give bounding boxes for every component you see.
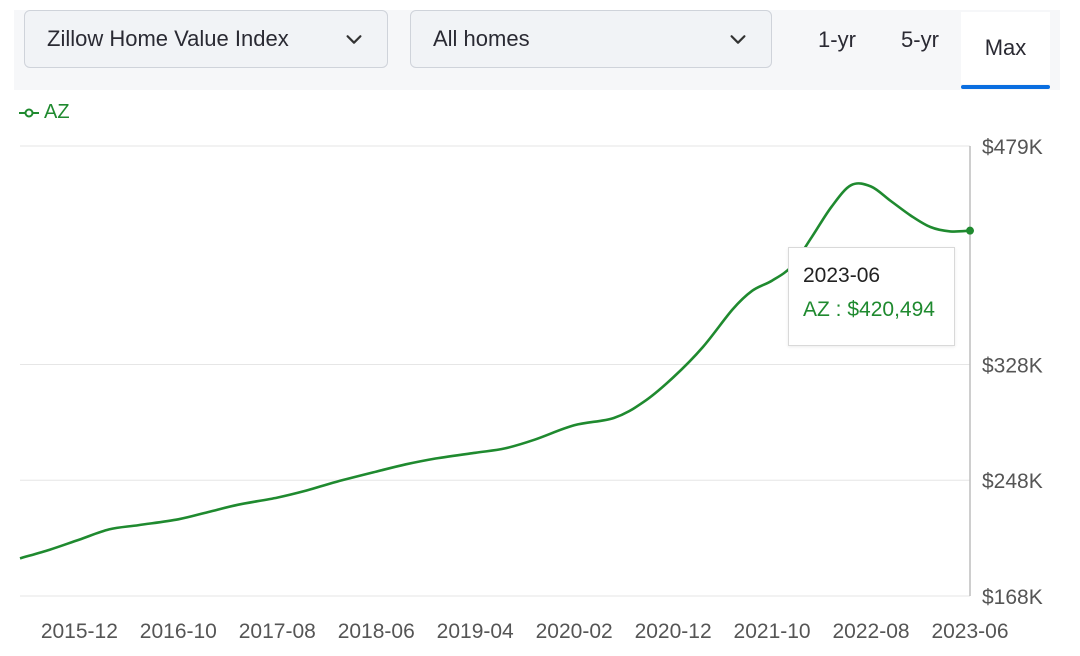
hover-point-marker	[966, 226, 974, 235]
x-tick-label: 2020-12	[635, 620, 712, 643]
x-tick-label: 2017-08	[239, 620, 316, 643]
tooltip-date: 2023-06	[803, 264, 881, 287]
y-tick-label: $248K	[982, 470, 1043, 493]
tooltip-separator: :	[829, 298, 848, 321]
tooltip-series: AZ	[803, 298, 830, 321]
x-tick-label: 2016-10	[140, 620, 217, 643]
x-tick-label: 2018-06	[338, 620, 415, 643]
y-tick-label: $168K	[982, 586, 1043, 609]
chart-tooltip: 2023-06 AZ : $420,494	[788, 247, 955, 346]
x-tick-label: 2023-06	[931, 620, 1008, 643]
y-tick-label: $479K	[982, 136, 1043, 159]
tooltip-value-row: AZ : $420,494	[803, 298, 940, 322]
x-tick-label: 2015-12	[41, 620, 118, 643]
x-tick-label: 2019-04	[437, 620, 514, 643]
x-tick-label: 2020-02	[536, 620, 613, 643]
x-tick-label: 2021-10	[734, 620, 811, 643]
y-tick-label: $328K	[982, 354, 1043, 377]
x-tick-label: 2022-08	[833, 620, 910, 643]
tooltip-value: $420,494	[847, 298, 935, 321]
series-line-az	[19, 182, 971, 560]
